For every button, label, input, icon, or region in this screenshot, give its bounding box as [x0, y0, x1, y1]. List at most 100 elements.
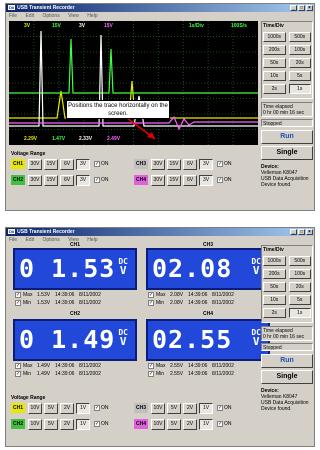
meter-max-row: ✓ Max 2.55V 14:39:06 8/11/2002: [146, 362, 270, 369]
close-button[interactable]: ×: [306, 5, 313, 11]
range-button-ch3-5v[interactable]: 5V: [167, 402, 181, 414]
time-div-button-1s[interactable]: 1s: [288, 308, 311, 318]
on-checkbox-ch1[interactable]: ✓: [94, 405, 100, 411]
time-div-button-1000s[interactable]: 1000s: [263, 256, 286, 266]
close-button[interactable]: ×: [306, 229, 313, 235]
range-button-ch4-5v[interactable]: 5V: [167, 418, 181, 430]
minimize-button[interactable]: _: [290, 229, 297, 235]
max-checkbox[interactable]: ✓: [15, 291, 21, 298]
on-checkbox-ch4[interactable]: ✓: [217, 421, 223, 427]
max-checkbox[interactable]: ✓: [148, 291, 154, 298]
range-button-ch1-15v[interactable]: 15V: [44, 158, 58, 170]
range-button-ch3-10v[interactable]: 10V: [151, 402, 165, 414]
voltage-row-ch1: CH1 30V 15V 6V 3V ✓ ON: [11, 158, 109, 170]
range-button-ch4-30v[interactable]: 30V: [151, 174, 165, 186]
range-button-ch4-3v[interactable]: 3V: [199, 174, 213, 186]
time-div-button-100s[interactable]: 100s: [288, 45, 311, 55]
time-div-button-20s[interactable]: 20s: [288, 282, 311, 292]
menu-edit[interactable]: Edit: [25, 13, 34, 19]
scope-screen[interactable]: 3V 15V 3V 15V 1s/Div 100S/s 2.29V 1.47V …: [9, 21, 258, 145]
scope-readout-ch4: 2.49V: [107, 136, 121, 142]
meter-min-row: ✓ Min 1.53V 14:39:06 8/11/2002: [13, 299, 137, 306]
time-div-button-500s[interactable]: 500s: [288, 32, 311, 42]
min-checkbox[interactable]: ✓: [148, 370, 154, 377]
time-div-button-2s[interactable]: 2s: [263, 308, 286, 318]
time-div-button-50s[interactable]: 50s: [263, 282, 286, 292]
range-button-ch1-5v[interactable]: 5V: [44, 402, 58, 414]
range-button-ch3-6v[interactable]: 6V: [183, 158, 197, 170]
time-div-button-5s[interactable]: 5s: [288, 295, 311, 305]
device-info: Device: Velleman K8047 USB Data Acquisit…: [261, 388, 313, 412]
time-div-button-1000s[interactable]: 1000s: [263, 32, 286, 42]
on-checkbox-ch3[interactable]: ✓: [217, 405, 223, 411]
time-div-button-1s[interactable]: 1s: [288, 84, 311, 94]
range-button-ch2-10v[interactable]: 10V: [28, 418, 42, 430]
on-checkbox-ch2[interactable]: ✓: [94, 177, 100, 183]
range-button-ch2-1v[interactable]: 1V: [76, 418, 90, 430]
on-checkbox-ch2[interactable]: ✓: [94, 421, 100, 427]
scope-readout-ch2: 1.47V: [52, 136, 66, 142]
range-button-ch1-6v[interactable]: 6V: [60, 158, 74, 170]
menu-view[interactable]: View: [68, 13, 79, 19]
menu-options[interactable]: Options: [42, 13, 59, 19]
run-button[interactable]: Run: [261, 130, 313, 144]
time-div-button-2s[interactable]: 2s: [263, 84, 286, 94]
min-checkbox[interactable]: ✓: [148, 299, 154, 306]
range-button-ch2-15v[interactable]: 15V: [44, 174, 58, 186]
menu-file[interactable]: File: [9, 13, 17, 19]
voltage-row-ch2: CH2 30V 15V 6V 3V ✓ ON: [11, 174, 109, 186]
device-line-3: Device found.: [261, 406, 292, 412]
range-button-ch3-3v[interactable]: 3V: [199, 158, 213, 170]
time-div-button-5s[interactable]: 5s: [288, 71, 311, 81]
range-button-ch2-6v[interactable]: 6V: [60, 174, 74, 186]
range-button-ch4-2v[interactable]: 2V: [183, 418, 197, 430]
min-checkbox[interactable]: ✓: [15, 370, 21, 377]
time-div-button-100s[interactable]: 100s: [288, 269, 311, 279]
time-div-button-20s[interactable]: 20s: [288, 58, 311, 68]
time-div-button-10s[interactable]: 10s: [263, 71, 286, 81]
range-button-ch3-30v[interactable]: 30V: [151, 158, 165, 170]
range-button-ch1-1v[interactable]: 1V: [76, 402, 90, 414]
time-elapsed-box: Time elapsed 0 hr 00 min 16 sec: [261, 326, 313, 341]
range-button-ch1-2v[interactable]: 2V: [60, 402, 74, 414]
single-button[interactable]: Single: [261, 146, 313, 160]
single-button[interactable]: Single: [261, 370, 313, 384]
range-button-ch2-3v[interactable]: 3V: [76, 174, 90, 186]
range-button-ch4-15v[interactable]: 15V: [167, 174, 181, 186]
minimize-button[interactable]: _: [290, 5, 297, 11]
meter-value: 0 1.49: [19, 325, 116, 354]
status-box: Stopped: [261, 119, 313, 127]
range-button-ch4-10v[interactable]: 10V: [151, 418, 165, 430]
range-button-ch3-15v[interactable]: 15V: [167, 158, 181, 170]
range-button-ch2-2v[interactable]: 2V: [60, 418, 74, 430]
on-checkbox-ch1[interactable]: ✓: [94, 161, 100, 167]
range-button-ch2-30v[interactable]: 30V: [28, 174, 42, 186]
max-checkbox[interactable]: ✓: [148, 362, 154, 369]
range-button-ch4-1v[interactable]: 1V: [199, 418, 213, 430]
range-button-ch1-3v[interactable]: 3V: [76, 158, 90, 170]
time-div-button-500s[interactable]: 500s: [288, 256, 311, 266]
range-button-ch2-5v[interactable]: 5V: [44, 418, 58, 430]
time-div-button-200s[interactable]: 200s: [263, 45, 286, 55]
range-button-ch4-6v[interactable]: 6V: [183, 174, 197, 186]
scope-traces: [9, 21, 258, 145]
range-button-ch3-2v[interactable]: 2V: [183, 402, 197, 414]
meter-min-row: ✓ Min 1.49V 14:39:06 8/11/2002: [13, 370, 137, 377]
time-div-button-50s[interactable]: 50s: [263, 58, 286, 68]
meter-ch1: 0 1.53 DC V ✓ Max 1.53V 14:39:06 8/11/2002 ✓ Min 1…: [13, 248, 137, 306]
unit-volt: V: [252, 264, 260, 277]
maximize-button[interactable]: □: [298, 5, 305, 11]
range-button-ch3-1v[interactable]: 1V: [199, 402, 213, 414]
time-div-title: Time/Div: [263, 247, 284, 253]
max-checkbox[interactable]: ✓: [15, 362, 21, 369]
maximize-button[interactable]: □: [298, 229, 305, 235]
time-div-button-10s[interactable]: 10s: [263, 295, 286, 305]
menu-help[interactable]: Help: [87, 13, 97, 19]
range-button-ch1-30v[interactable]: 30V: [28, 158, 42, 170]
run-button[interactable]: Run: [261, 354, 313, 368]
min-checkbox[interactable]: ✓: [15, 299, 21, 306]
range-button-ch1-10v[interactable]: 10V: [28, 402, 42, 414]
time-div-button-200s[interactable]: 200s: [263, 269, 286, 279]
on-checkbox-ch3[interactable]: ✓: [217, 161, 223, 167]
on-checkbox-ch4[interactable]: ✓: [217, 177, 223, 183]
